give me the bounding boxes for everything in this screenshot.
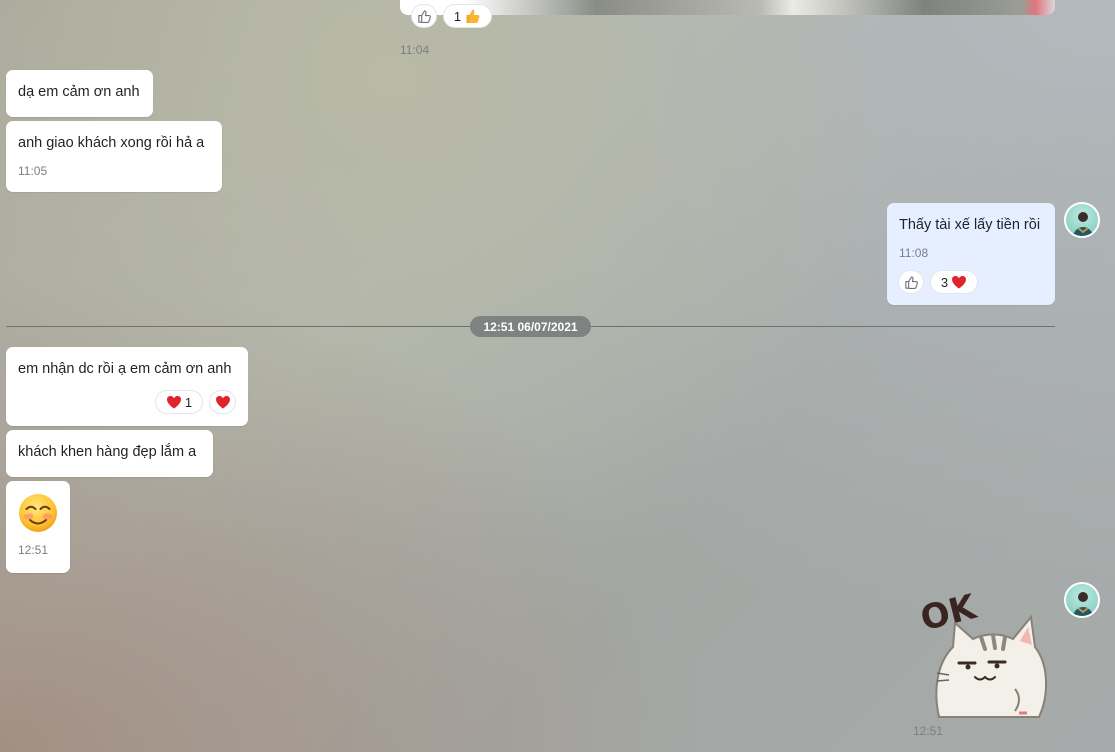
- reaction-summary[interactable]: 3: [930, 270, 978, 294]
- message-text: Thấy tài xế lấy tiền rồi: [899, 217, 1041, 233]
- received-message[interactable]: em nhận dc rồi ạ em cảm ơn anh: [6, 347, 248, 426]
- received-message[interactable]: dạ em cảm ơn anh: [6, 70, 153, 117]
- date-divider: 12:51 06/07/2021: [470, 316, 591, 337]
- thumbs-up-emoji-icon: [466, 9, 480, 23]
- message-time: 11:04: [400, 43, 430, 57]
- heart-icon: [952, 276, 967, 289]
- received-message[interactable]: khách khen hàng đẹp lắm a: [6, 430, 213, 477]
- message-text: dạ em cảm ơn anh: [18, 84, 140, 100]
- cat-sticker-icon: OK: [917, 587, 1048, 718]
- message-time: 12:51: [913, 724, 944, 738]
- like-button[interactable]: [411, 4, 437, 28]
- heart-react-button[interactable]: [209, 390, 236, 414]
- message-text: anh giao khách xong rồi hả a: [18, 135, 205, 151]
- thumbs-up-icon: [904, 275, 918, 289]
- message-time: 11:08: [899, 246, 929, 260]
- message-text: khách khen hàng đẹp lắm a: [18, 444, 197, 460]
- reaction-summary[interactable]: 1: [443, 4, 492, 28]
- heart-icon: [215, 396, 230, 409]
- sticker-text: OK: [917, 587, 982, 640]
- heart-icon: [166, 396, 181, 409]
- person-icon: [1072, 592, 1094, 616]
- message-time: 11:05: [18, 164, 48, 178]
- avatar[interactable]: [1064, 582, 1100, 618]
- blushing-smile-emoji-icon: [19, 494, 57, 532]
- message-text: em nhận dc rồi ạ em cảm ơn anh: [18, 361, 232, 377]
- reaction-count: 3: [940, 274, 949, 290]
- ok-cat-sticker[interactable]: OK: [915, 585, 1055, 720]
- received-message[interactable]: anh giao khách xong rồi hả a 11:05: [6, 121, 222, 192]
- reaction-summary[interactable]: 1: [155, 390, 203, 414]
- reaction-count: 1: [453, 8, 462, 24]
- person-icon: [1072, 212, 1094, 236]
- reaction-count: 1: [184, 394, 193, 410]
- received-message[interactable]: 12:51: [6, 481, 70, 573]
- message-time: 12:51: [18, 543, 49, 557]
- previous-image-message[interactable]: [400, 0, 1055, 15]
- avatar[interactable]: [1064, 202, 1100, 238]
- thumbs-up-icon: [417, 9, 431, 23]
- like-button[interactable]: [898, 270, 924, 294]
